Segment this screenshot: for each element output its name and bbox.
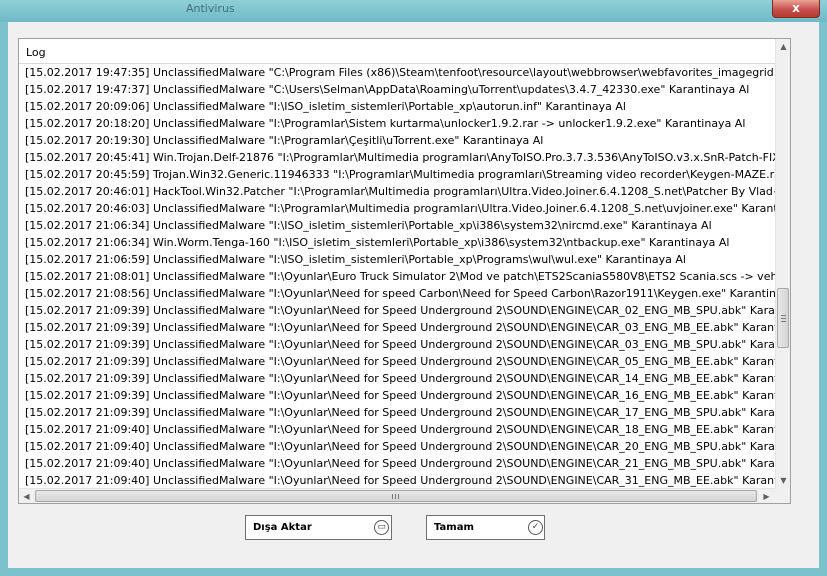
thumb-grip	[781, 321, 786, 322]
log-row[interactable]: [15.02.2017 21:09:40] UnclassifiedMalwar…	[25, 455, 775, 472]
log-row[interactable]: [15.02.2017 21:06:34] UnclassifiedMalwar…	[25, 217, 712, 234]
ok-button-label: Tamam	[434, 522, 474, 533]
log-row[interactable]: [15.02.2017 21:09:40] UnclassifiedMalwar…	[25, 472, 775, 488]
vertical-scroll-thumb[interactable]	[777, 288, 789, 348]
horizontal-scroll-thumb[interactable]	[35, 490, 757, 502]
log-row[interactable]: [15.02.2017 21:09:39] UnclassifiedMalwar…	[25, 370, 775, 387]
log-row[interactable]: [15.02.2017 21:06:34] Win.Worm.Tenga-160…	[25, 234, 729, 251]
log-row[interactable]: [15.02.2017 21:09:39] UnclassifiedMalwar…	[25, 387, 775, 404]
check-circle-icon: ✓	[528, 520, 543, 535]
log-row[interactable]: [15.02.2017 21:08:56] UnclassifiedMalwar…	[25, 285, 775, 302]
log-row[interactable]: [15.02.2017 21:09:39] UnclassifiedMalwar…	[25, 319, 775, 336]
log-body: [15.02.2017 19:47:35] UnclassifiedMalwar…	[19, 64, 775, 488]
scrollbar-corner	[775, 488, 790, 503]
log-row[interactable]: [15.02.2017 21:09:39] UnclassifiedMalwar…	[25, 302, 775, 319]
log-list[interactable]: Log [15.02.2017 19:47:35] UnclassifiedMa…	[18, 38, 791, 504]
log-row[interactable]: [15.02.2017 21:09:39] UnclassifiedMalwar…	[25, 336, 775, 353]
chevron-down-icon[interactable]: ▼	[776, 473, 791, 488]
log-row[interactable]: [15.02.2017 20:18:20] UnclassifiedMalwar…	[25, 115, 745, 132]
window-frame-left	[0, 22, 8, 576]
thumb-grip	[398, 494, 399, 499]
ok-button[interactable]: Tamam ✓	[426, 515, 545, 540]
thumb-grip	[392, 494, 393, 499]
window-frame-bottom	[0, 568, 827, 576]
thumb-grip	[395, 494, 396, 499]
window-frame-right	[819, 22, 827, 576]
chevron-right-icon[interactable]: ▶	[759, 489, 774, 504]
export-button[interactable]: Dışa Aktar ▭	[245, 515, 392, 540]
log-row[interactable]: [15.02.2017 21:09:40] UnclassifiedMalwar…	[25, 438, 775, 455]
log-row[interactable]: [15.02.2017 21:08:01] UnclassifiedMalwar…	[25, 268, 775, 285]
thumb-grip	[781, 318, 786, 319]
log-row[interactable]: [15.02.2017 21:09:40] UnclassifiedMalwar…	[25, 421, 775, 438]
chevron-up-icon[interactable]: ▲	[776, 39, 791, 54]
log-row[interactable]: [15.02.2017 20:46:01] HackTool.Win32.Pat…	[25, 183, 775, 200]
close-button[interactable]: x	[772, 0, 820, 18]
window-title: Antivirus	[186, 2, 235, 15]
log-row[interactable]: [15.02.2017 20:19:30] UnclassifiedMalwar…	[25, 132, 543, 149]
vertical-scrollbar[interactable]: ▲ ▼	[775, 39, 790, 488]
title-bar: Antivirus x	[0, 0, 827, 22]
horizontal-scrollbar[interactable]: ◀ ▶	[19, 488, 775, 503]
log-row[interactable]: [15.02.2017 19:47:35] UnclassifiedMalwar…	[25, 64, 775, 81]
log-row[interactable]: [15.02.2017 21:09:39] UnclassifiedMalwar…	[25, 353, 775, 370]
thumb-grip	[781, 315, 786, 316]
log-row[interactable]: [15.02.2017 20:46:03] UnclassifiedMalwar…	[25, 200, 775, 217]
export-button-label: Dışa Aktar	[253, 522, 312, 533]
log-header-label: Log	[26, 46, 46, 59]
log-row[interactable]: [15.02.2017 20:45:41] Win.Trojan.Delf-21…	[25, 149, 775, 166]
export-icon: ▭	[374, 520, 389, 535]
log-row[interactable]: [15.02.2017 20:45:59] Trojan.Win32.Gener…	[25, 166, 775, 183]
chevron-left-icon[interactable]: ◀	[19, 489, 34, 504]
log-row[interactable]: [15.02.2017 21:09:39] UnclassifiedMalwar…	[25, 404, 775, 421]
log-row[interactable]: [15.02.2017 19:47:37] UnclassifiedMalwar…	[25, 81, 749, 98]
log-row[interactable]: [15.02.2017 21:06:59] UnclassifiedMalwar…	[25, 251, 686, 268]
dialog-client-area: Log [15.02.2017 19:47:35] UnclassifiedMa…	[8, 22, 819, 568]
log-row[interactable]: [15.02.2017 20:09:06] UnclassifiedMalwar…	[25, 98, 626, 115]
log-column-header[interactable]: Log	[19, 39, 790, 64]
